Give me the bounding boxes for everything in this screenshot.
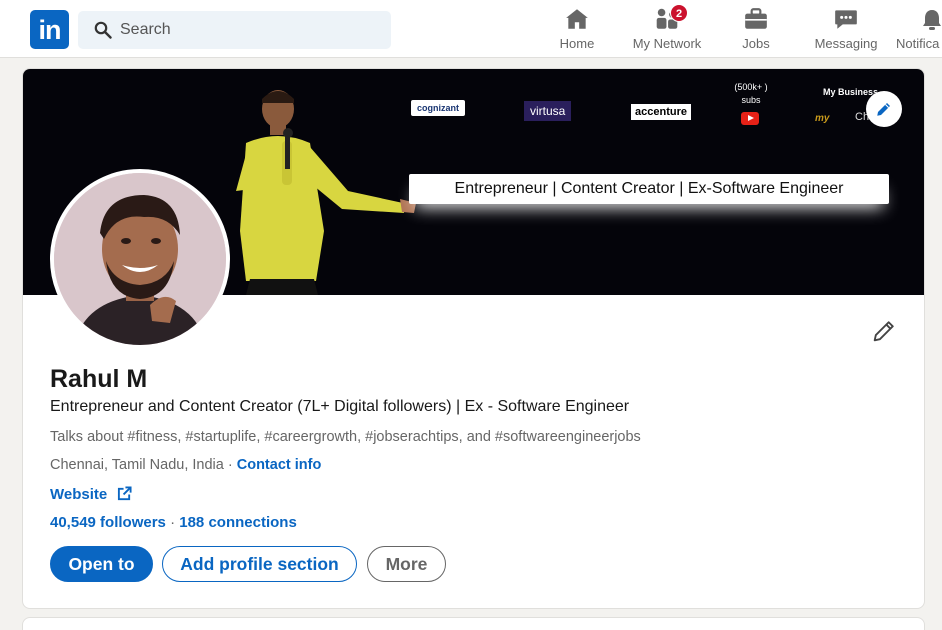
accenture-logo: accenture bbox=[631, 104, 691, 120]
nav-home[interactable]: Home bbox=[552, 6, 602, 56]
talks-about: Talks about #fitness, #startuplife, #car… bbox=[50, 429, 641, 445]
banner-tagline: Entrepreneur | Content Creator | Ex-Soft… bbox=[409, 174, 889, 204]
briefcase-icon bbox=[745, 8, 767, 29]
home-icon bbox=[566, 9, 588, 29]
bell-icon bbox=[923, 10, 941, 30]
top-nav: in Home 2 My Network Jobs bbox=[0, 0, 942, 58]
open-to-button[interactable]: Open to bbox=[50, 546, 153, 582]
subs-line-2: subs bbox=[741, 95, 761, 105]
website-label: Website bbox=[50, 486, 108, 503]
profile-photo[interactable] bbox=[50, 169, 230, 349]
pencil-icon bbox=[873, 321, 894, 342]
add-profile-section-button[interactable]: Add profile section bbox=[162, 546, 357, 582]
my-business-logo: my bbox=[815, 113, 830, 124]
my-business-label: My Business bbox=[823, 87, 879, 97]
connections-link[interactable]: 188 connections bbox=[179, 514, 297, 531]
search-input[interactable] bbox=[120, 11, 380, 49]
more-button[interactable]: More bbox=[367, 546, 446, 582]
website-link[interactable]: Website bbox=[50, 486, 132, 503]
search-bar[interactable] bbox=[78, 11, 391, 49]
speaker-figure-image bbox=[236, 90, 416, 295]
nav-notifications-label: Notifica bbox=[896, 36, 940, 51]
location-row: Chennai, Tamil Nadu, India · Contact inf… bbox=[50, 457, 321, 473]
external-link-icon bbox=[118, 486, 132, 501]
search-icon bbox=[94, 21, 112, 39]
cognizant-logo: cognizant bbox=[411, 100, 465, 116]
subs-line-1: (500k+ ) bbox=[734, 82, 768, 92]
edit-banner-button[interactable] bbox=[866, 91, 902, 127]
nav-messaging[interactable]: Messaging bbox=[808, 6, 884, 56]
linkedin-logo[interactable]: in bbox=[30, 10, 69, 49]
nav-my-network[interactable]: 2 My Network bbox=[626, 4, 708, 56]
youtube-icon bbox=[741, 112, 759, 125]
pencil-icon bbox=[877, 103, 890, 116]
edit-intro-button[interactable] bbox=[870, 317, 898, 345]
contact-info-link[interactable]: Contact info bbox=[237, 457, 322, 473]
nav-jobs[interactable]: Jobs bbox=[734, 6, 778, 56]
next-section-card bbox=[22, 617, 925, 630]
nav-notifications[interactable]: Notifica bbox=[896, 6, 942, 56]
profile-headline: Entrepreneur and Content Creator (7L+ Di… bbox=[50, 398, 630, 415]
nav-home-label: Home bbox=[559, 36, 595, 51]
nav-messaging-label: Messaging bbox=[814, 36, 878, 51]
location-text: Chennai, Tamil Nadu, India bbox=[50, 457, 224, 473]
nav-jobs-label: Jobs bbox=[742, 36, 770, 51]
network-badge: 2 bbox=[670, 4, 688, 22]
chat-icon bbox=[835, 10, 857, 29]
location-separator: · bbox=[223, 457, 237, 473]
profile-name: Rahul M bbox=[50, 365, 148, 393]
nav-my-network-label: My Network bbox=[632, 36, 702, 51]
stats-separator: · bbox=[165, 514, 180, 531]
virtusa-logo: virtusa bbox=[524, 101, 572, 121]
network-stats: 40,549 followers · 188 connections bbox=[50, 514, 297, 531]
subs-text: (500k+ ) subs bbox=[728, 81, 774, 107]
followers-link[interactable]: 40,549 followers bbox=[50, 514, 166, 531]
profile-card: cognizant virtusa accenture (500k+ ) sub… bbox=[22, 68, 925, 609]
profile-photo-image bbox=[54, 173, 226, 345]
